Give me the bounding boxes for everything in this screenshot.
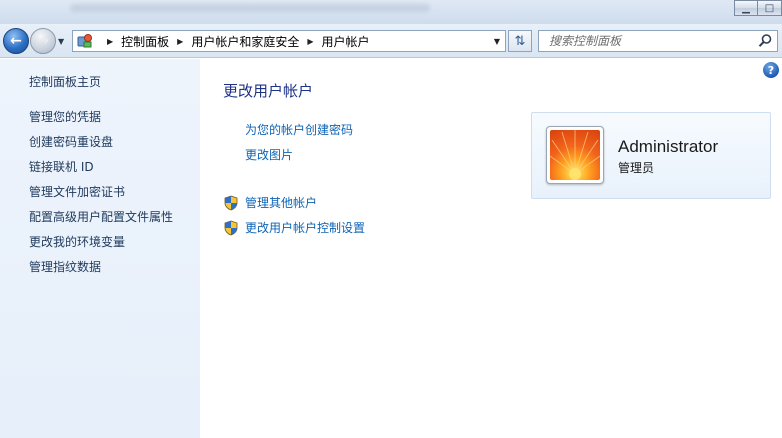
address-bar[interactable]: ▶ 控制面板 ▶ 用户帐户和家庭安全 ▶ 用户帐户 ▼ (72, 30, 506, 52)
window-controls: ▁ □ (734, 0, 782, 16)
forward-button[interactable]: → (30, 28, 56, 54)
breadcrumb-separator[interactable]: ▶ (107, 37, 113, 46)
window-title-bar: ▁ □ (0, 0, 782, 24)
window-title-blurred (70, 4, 430, 12)
manage-other-accounts-link[interactable]: 管理其他帐户 (245, 194, 317, 211)
maximize-icon: □ (764, 2, 775, 14)
maximize-button[interactable]: □ (758, 0, 782, 16)
breadcrumb-user-accounts[interactable]: 用户帐户 (322, 33, 370, 50)
avatar[interactable] (546, 126, 604, 184)
breadcrumb-separator[interactable]: ▶ (307, 37, 313, 46)
search-icon[interactable] (757, 33, 773, 49)
search-box[interactable] (538, 30, 778, 52)
breadcrumb-user-accounts-family-safety[interactable]: 用户帐户和家庭安全 (191, 33, 299, 50)
minimize-icon: ▁ (742, 2, 750, 14)
search-input[interactable] (549, 32, 749, 50)
sidebar-link-advanced-profile[interactable]: 配置高级用户配置文件属性 (29, 209, 173, 234)
sidebar-link-manage-credentials[interactable]: 管理您的凭据 (29, 109, 173, 134)
uac-shield-icon (223, 220, 239, 236)
main-content: ? 更改用户帐户 为您的帐户创建密码 更改图片 管理其他帐户 更改用户帐户控制设… (200, 59, 782, 438)
address-dropdown-button[interactable]: ▼ (489, 31, 505, 51)
uac-shield-icon (223, 195, 239, 211)
user-role: 管理员 (618, 161, 655, 175)
back-button[interactable]: ← (3, 28, 29, 54)
sidebar-link-encryption-certificates[interactable]: 管理文件加密证书 (29, 184, 173, 209)
sidebar-link-password-reset-disk[interactable]: 创建密码重设盘 (29, 134, 173, 159)
navigation-bar: ← → ▼ ▶ 控制面板 ▶ 用户帐户和家庭安全 ▶ 用户帐户 ▼ ⇅ (0, 24, 782, 58)
sidebar-link-environment-variables[interactable]: 更改我的环境变量 (29, 234, 173, 259)
breadcrumb-separator[interactable]: ▶ (177, 37, 183, 46)
create-password-link[interactable]: 为您的帐户创建密码 (245, 121, 353, 138)
control-panel-icon (77, 33, 93, 49)
recent-pages-dropdown[interactable]: ▼ (58, 37, 64, 46)
manage-other-accounts-row: 管理其他帐户 (223, 194, 317, 211)
back-arrow-icon: ← (10, 33, 22, 49)
minimize-button[interactable]: ▁ (734, 0, 758, 16)
page-title: 更改用户帐户 (223, 82, 314, 100)
refresh-icon: ⇅ (514, 33, 526, 49)
uac-settings-row: 更改用户帐户控制设置 (223, 219, 365, 236)
sidebar-home-link[interactable]: 控制面板主页 (29, 73, 101, 90)
refresh-button[interactable]: ⇅ (508, 30, 532, 52)
sidebar-link-fingerprint-data[interactable]: 管理指纹数据 (29, 259, 173, 284)
breadcrumb-control-panel[interactable]: 控制面板 (121, 33, 169, 50)
sidebar-link-online-id[interactable]: 链接联机 ID (29, 159, 173, 184)
user-name: Administrator (618, 137, 719, 156)
uac-settings-link[interactable]: 更改用户帐户控制设置 (245, 219, 365, 236)
left-sidebar: 控制面板主页 管理您的凭据 创建密码重设盘 链接联机 ID 管理文件加密证书 配… (0, 59, 200, 438)
sidebar-task-list: 管理您的凭据 创建密码重设盘 链接联机 ID 管理文件加密证书 配置高级用户配置… (29, 109, 173, 284)
user-account-card: Administrator 管理员 (531, 112, 771, 199)
help-icon[interactable]: ? (763, 62, 779, 78)
flower-avatar-image (550, 130, 600, 180)
change-picture-link[interactable]: 更改图片 (245, 146, 293, 163)
forward-arrow-icon: → (37, 33, 49, 49)
